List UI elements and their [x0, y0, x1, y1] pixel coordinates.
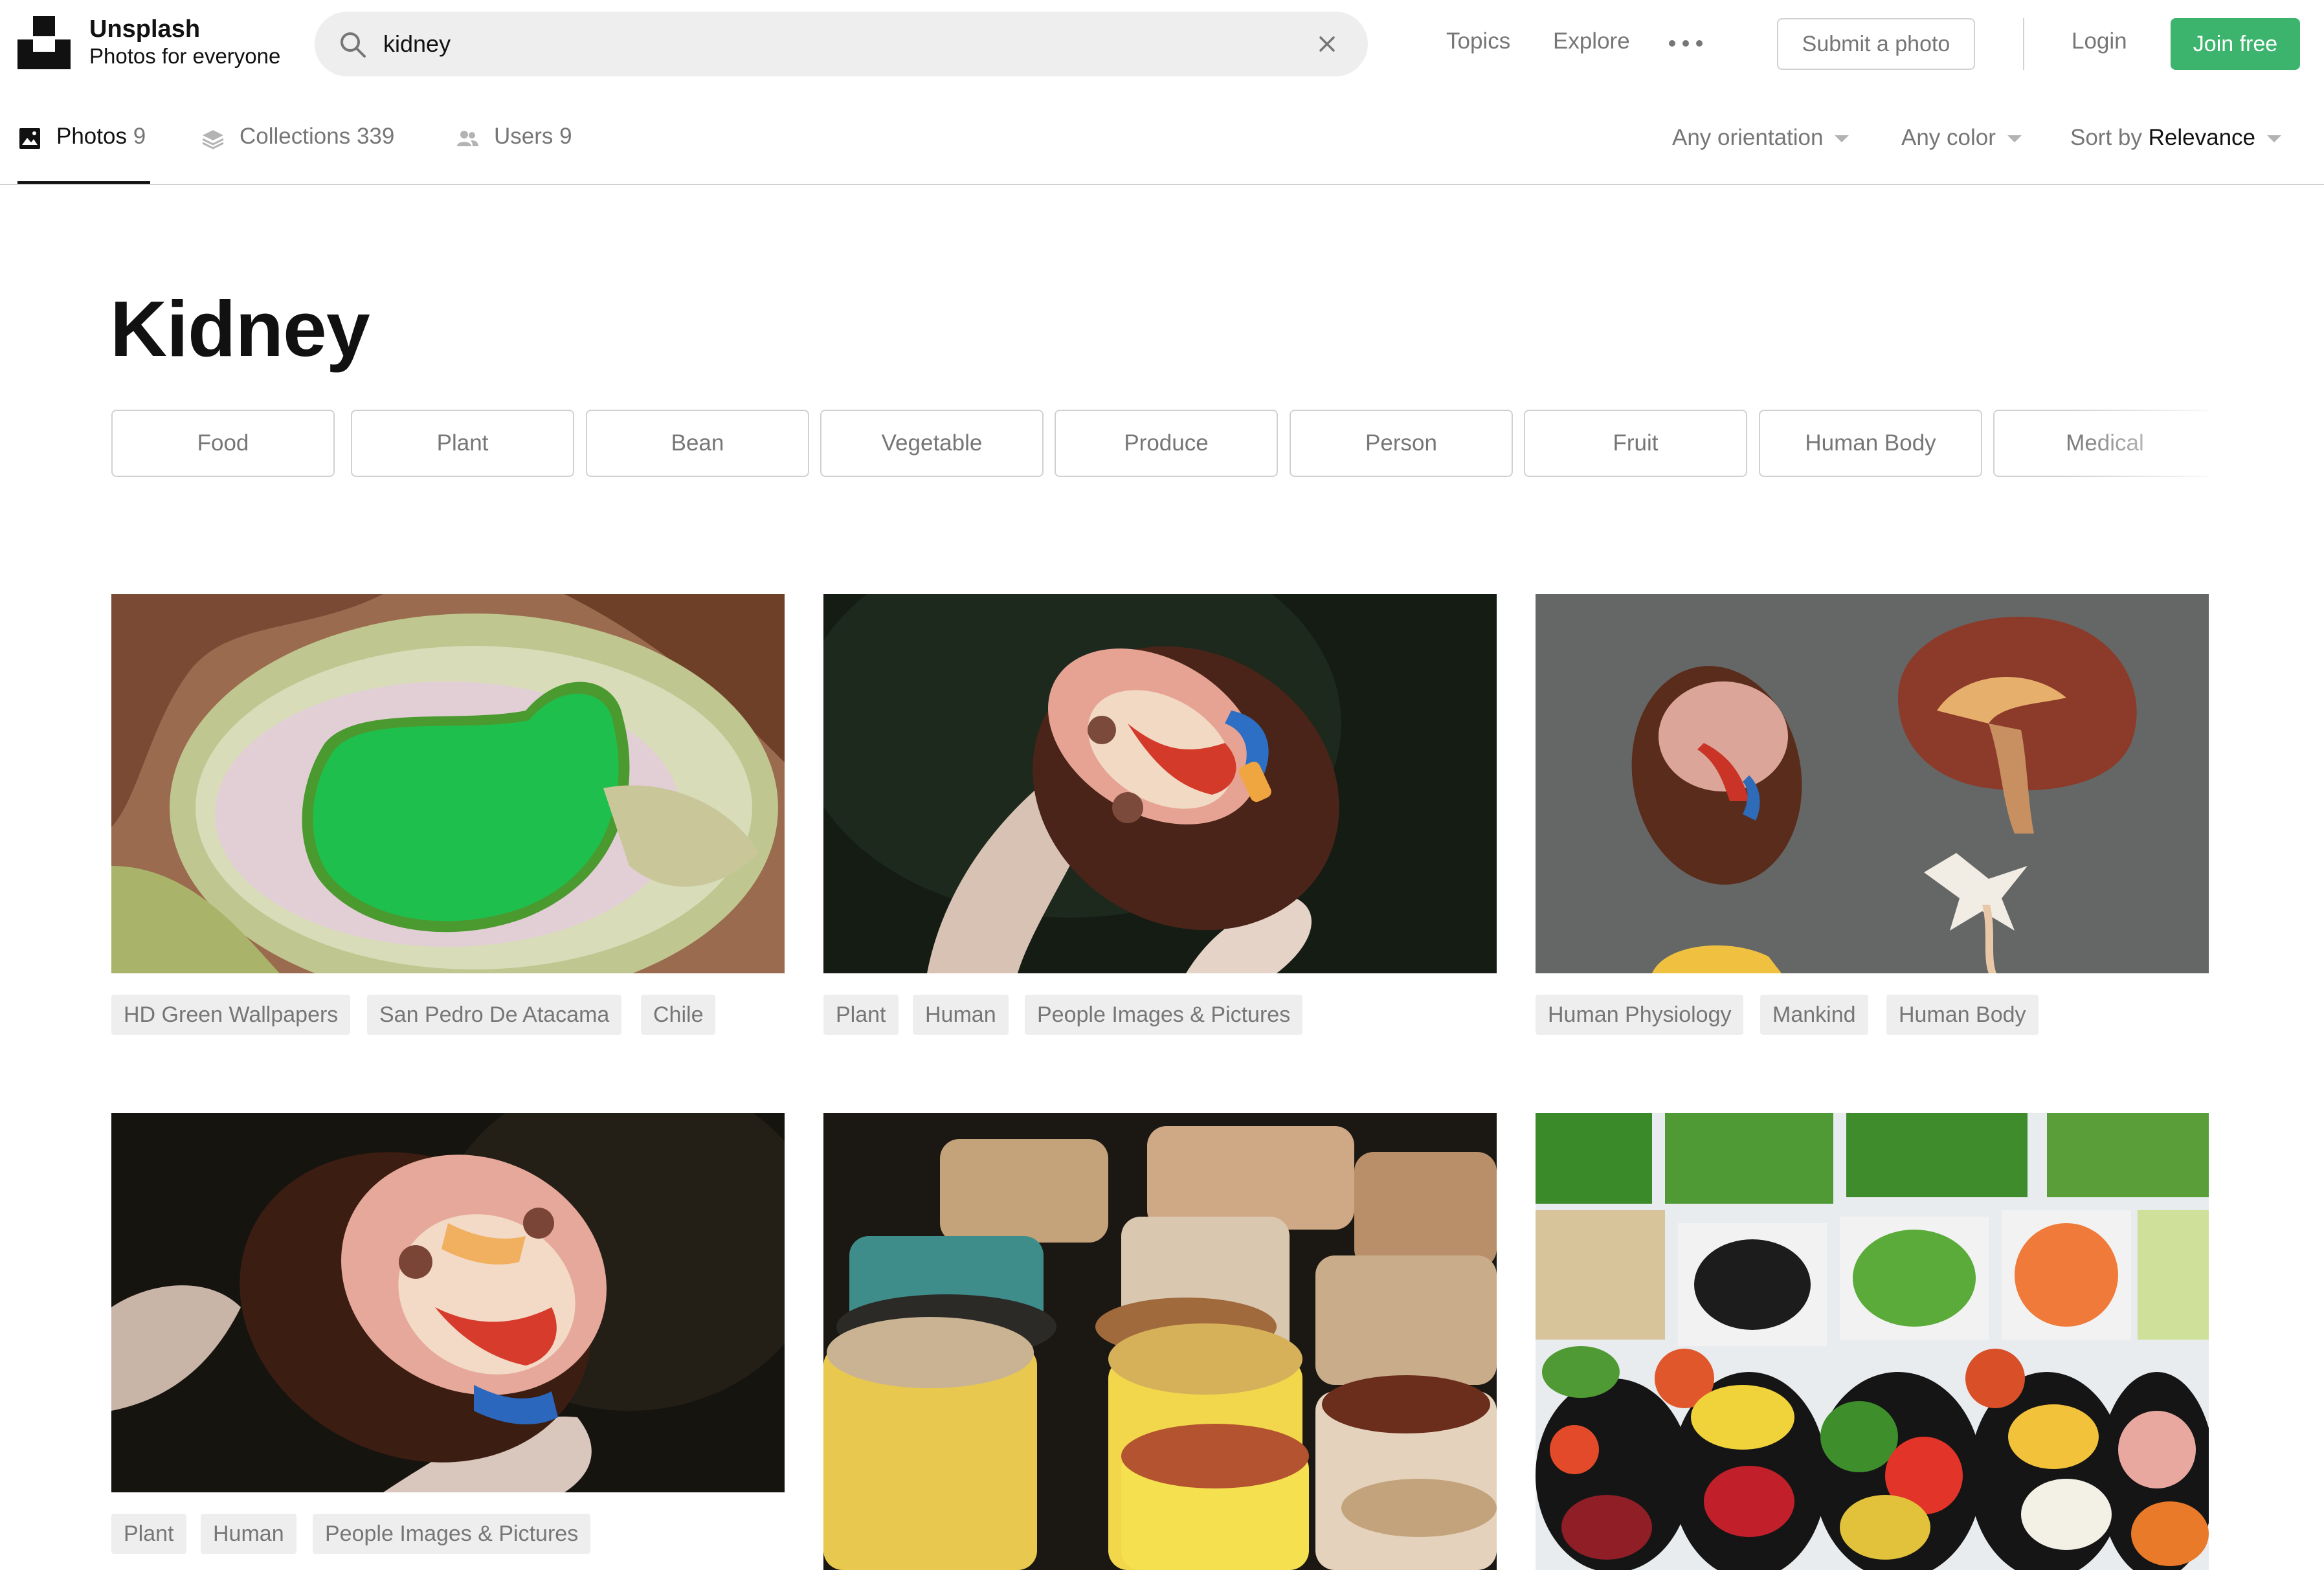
photo-salad-bar[interactable]: [1536, 1113, 2209, 1570]
header-divider: [2023, 18, 2024, 70]
close-icon[interactable]: [1316, 33, 1338, 55]
tab-photos-label: Photos: [56, 124, 127, 149]
photo-green-lagoon[interactable]: [111, 594, 785, 973]
tag-plant[interactable]: Plant: [111, 1514, 186, 1554]
related-chip-food[interactable]: Food: [111, 410, 335, 477]
chevron-down-icon: [1835, 135, 1849, 143]
login-link[interactable]: Login: [2072, 28, 2127, 54]
related-chip-human-body[interactable]: Human Body: [1759, 410, 1982, 477]
brand-tagline: Photos for everyone: [89, 44, 281, 68]
tab-collections-count: 339: [356, 124, 395, 149]
tag-hd-green-wallpapers[interactable]: HD Green Wallpapers: [111, 995, 351, 1035]
color-filter-label: Any color: [1901, 125, 1996, 150]
tag-human[interactable]: Human: [913, 995, 1009, 1035]
related-chip-fruit[interactable]: Fruit: [1524, 410, 1747, 477]
users-icon: [455, 126, 480, 151]
tag-chile[interactable]: Chile: [641, 995, 716, 1035]
tag-mankind[interactable]: Mankind: [1760, 995, 1868, 1035]
unsplash-logo-icon[interactable]: [17, 16, 71, 69]
top-header: Unsplash Photos for everyone Topics Expl…: [0, 0, 2324, 87]
related-chip-plant[interactable]: Plant: [351, 410, 574, 477]
orientation-filter[interactable]: Any orientation: [1672, 125, 1849, 151]
related-chip-vegetable[interactable]: Vegetable: [820, 410, 1044, 477]
collections-icon: [201, 126, 225, 151]
nav-topics-link[interactable]: Topics: [1446, 28, 1510, 54]
search-bar[interactable]: [315, 12, 1368, 76]
nav-explore-link[interactable]: Explore: [1553, 28, 1630, 54]
orientation-filter-label: Any orientation: [1672, 125, 1824, 150]
brand-name[interactable]: Unsplash: [89, 16, 200, 43]
tag-human-body[interactable]: Human Body: [1886, 995, 2039, 1035]
tag-human[interactable]: Human: [201, 1514, 296, 1554]
related-chip-bean[interactable]: Bean: [586, 410, 809, 477]
photo-grain-sacks[interactable]: [823, 1113, 1497, 1570]
more-dots-icon[interactable]: [1669, 34, 1703, 52]
chevron-down-icon: [2267, 135, 2282, 143]
results-tabs-bar: Photos 9 Collections 339 Users 9 Any ori…: [0, 87, 2324, 185]
sort-filter[interactable]: Sort by Relevance: [2070, 125, 2282, 151]
search-icon[interactable]: [338, 30, 368, 60]
sort-filter-prefix: Sort by: [2070, 125, 2142, 150]
tabs-divider: [0, 184, 2324, 185]
tab-collections-label: Collections: [240, 124, 351, 149]
chevron-down-icon: [2007, 135, 2022, 143]
join-free-button[interactable]: Join free: [2171, 18, 2300, 70]
tab-users-label: Users: [494, 124, 553, 149]
tag-plant[interactable]: Plant: [823, 995, 899, 1035]
tab-photos-count: 9: [133, 124, 146, 149]
page: Unsplash Photos for everyone Topics Expl…: [0, 0, 2324, 1570]
submit-photo-button[interactable]: Submit a photo: [1777, 18, 1975, 70]
photo-icon: [17, 126, 42, 151]
sort-filter-value: Relevance: [2148, 125, 2256, 150]
photo-kidney-brain-models[interactable]: [1536, 594, 2209, 973]
related-chip-medical[interactable]: Medical: [1993, 410, 2209, 477]
tag-people-images-pictures[interactable]: People Images & Pictures: [1025, 995, 1303, 1035]
related-searches: Food Plant Bean Vegetable Produce Person…: [111, 410, 2209, 478]
related-chip-person[interactable]: Person: [1290, 410, 1513, 477]
tab-users-count: 9: [559, 124, 572, 149]
related-chip-produce[interactable]: Produce: [1055, 410, 1278, 477]
search-input[interactable]: [383, 26, 1238, 62]
photo-kidney-model-closeup[interactable]: [111, 1113, 785, 1492]
tag-san-pedro-de-atacama[interactable]: San Pedro De Atacama: [367, 995, 622, 1035]
photo-kidney-model-hand[interactable]: [823, 594, 1497, 973]
tag-human-physiology[interactable]: Human Physiology: [1536, 995, 1744, 1035]
tag-people-images-pictures[interactable]: People Images & Pictures: [313, 1514, 591, 1554]
page-title: Kidney: [110, 285, 370, 373]
color-filter[interactable]: Any color: [1901, 125, 2022, 151]
